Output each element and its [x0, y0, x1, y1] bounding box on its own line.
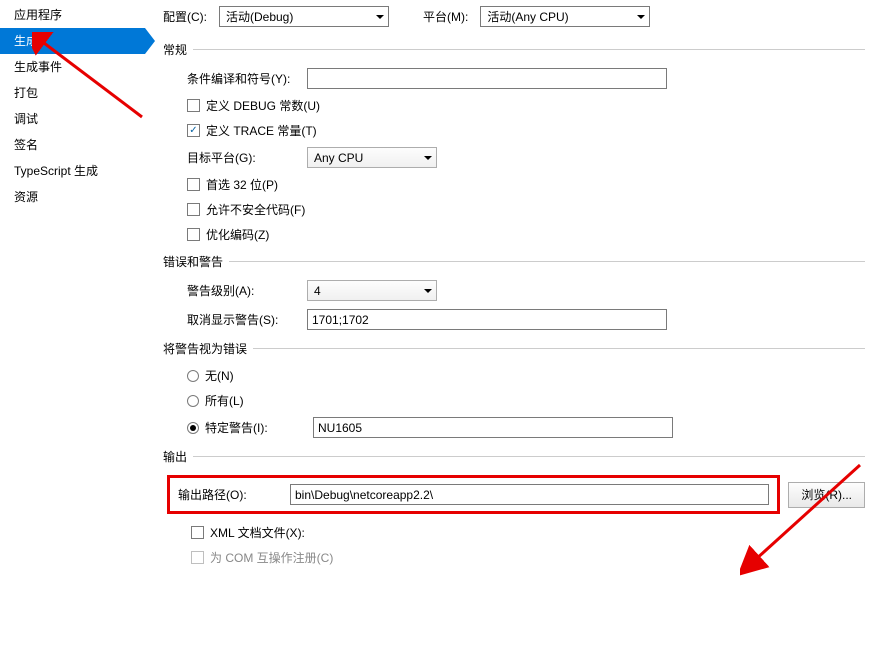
treat-specific-label: 特定警告(I):	[205, 419, 313, 436]
warning-level-dropdown[interactable]: 4	[307, 280, 437, 301]
allow-unsafe-checkbox[interactable]	[187, 203, 200, 216]
chevron-down-icon	[424, 156, 432, 160]
suppress-warnings-input[interactable]	[307, 309, 667, 330]
warning-level-label: 警告级别(A):	[187, 282, 307, 299]
output-path-highlight: 输出路径(O):	[167, 475, 780, 514]
sidebar-item-build[interactable]: 生成	[0, 28, 145, 54]
chevron-down-icon	[424, 289, 432, 293]
chevron-down-icon	[376, 15, 384, 19]
output-path-label: 输出路径(O):	[178, 486, 290, 503]
section-errors: 错误和警告	[163, 253, 223, 270]
sidebar-item-build-events[interactable]: 生成事件	[0, 54, 145, 80]
optimize-checkbox[interactable]	[187, 228, 200, 241]
xml-doc-checkbox[interactable]	[191, 526, 204, 539]
main-panel: 配置(C): 活动(Debug) 平台(M): 活动(Any CPU) 常规 条…	[145, 0, 879, 668]
prefer-32bit-label: 首选 32 位(P)	[206, 176, 278, 193]
section-output: 输出	[163, 448, 187, 465]
sidebar: 应用程序 生成 生成事件 打包 调试 签名 TypeScript 生成 资源	[0, 0, 145, 668]
sidebar-item-application[interactable]: 应用程序	[0, 2, 145, 28]
target-platform-dropdown[interactable]: Any CPU	[307, 147, 437, 168]
prefer-32bit-checkbox[interactable]	[187, 178, 200, 191]
com-register-checkbox	[191, 551, 204, 564]
output-path-input[interactable]	[290, 484, 769, 505]
sidebar-item-debug[interactable]: 调试	[0, 106, 145, 132]
sidebar-item-signing[interactable]: 签名	[0, 132, 145, 158]
com-register-label: 为 COM 互操作注册(C)	[210, 549, 333, 566]
sidebar-item-typescript-build[interactable]: TypeScript 生成	[0, 158, 145, 184]
define-trace-checkbox[interactable]: ✓	[187, 124, 200, 137]
treat-all-radio[interactable]	[187, 395, 199, 407]
conditional-symbols-input[interactable]	[307, 68, 667, 89]
sidebar-item-resources[interactable]: 资源	[0, 184, 145, 210]
target-platform-label: 目标平台(G):	[187, 149, 307, 166]
xml-doc-label: XML 文档文件(X):	[210, 524, 305, 541]
chevron-down-icon	[637, 15, 645, 19]
conditional-symbols-label: 条件编译和符号(Y):	[187, 70, 307, 87]
config-label: 配置(C):	[163, 8, 207, 25]
sidebar-item-package[interactable]: 打包	[0, 80, 145, 106]
section-general: 常规	[163, 41, 187, 58]
treat-all-label: 所有(L)	[205, 392, 244, 409]
platform-dropdown[interactable]: 活动(Any CPU)	[480, 6, 650, 27]
section-treat-as-error: 将警告视为错误	[163, 340, 247, 357]
define-debug-label: 定义 DEBUG 常数(U)	[206, 97, 320, 114]
allow-unsafe-label: 允许不安全代码(F)	[206, 201, 305, 218]
define-debug-checkbox[interactable]	[187, 99, 200, 112]
treat-none-radio[interactable]	[187, 370, 199, 382]
platform-label: 平台(M):	[423, 8, 468, 25]
browse-button[interactable]: 浏览(R)...	[788, 482, 865, 508]
suppress-warnings-label: 取消显示警告(S):	[187, 311, 307, 328]
optimize-label: 优化编码(Z)	[206, 226, 269, 243]
treat-specific-input[interactable]	[313, 417, 673, 438]
treat-none-label: 无(N)	[205, 367, 234, 384]
config-dropdown[interactable]: 活动(Debug)	[219, 6, 389, 27]
treat-specific-radio[interactable]	[187, 422, 199, 434]
define-trace-label: 定义 TRACE 常量(T)	[206, 122, 317, 139]
